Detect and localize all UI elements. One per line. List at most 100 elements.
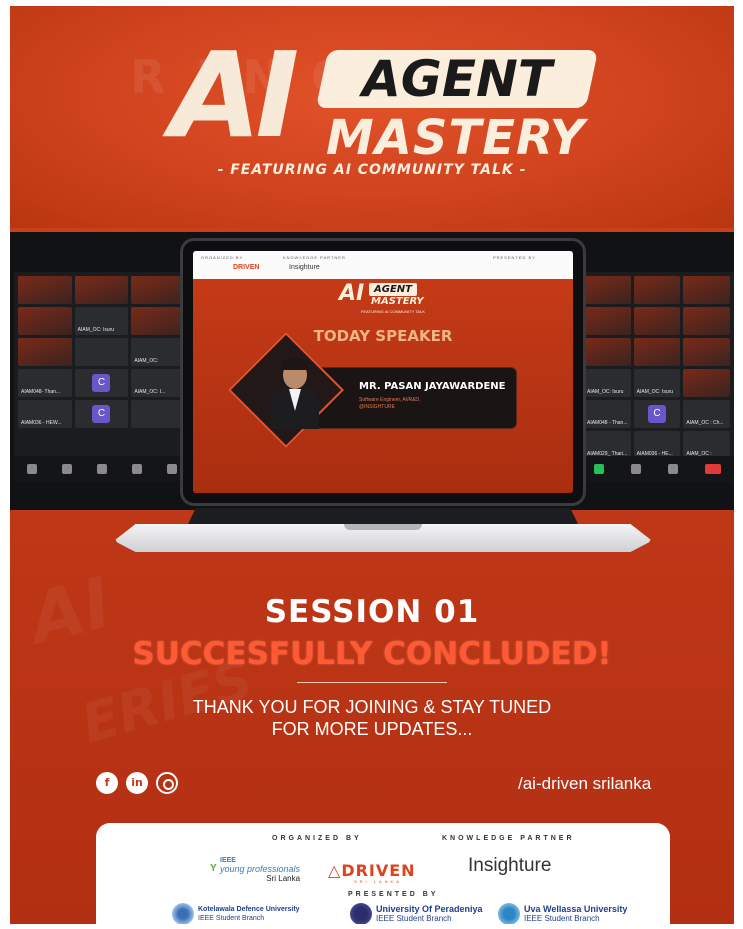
meeting-photo-band: AIAM_OC: Isuru AIAM_OC: AIAM048- Than...… [10, 232, 734, 510]
peradeniya-name: University Of Peradeniya [376, 904, 483, 914]
slide-presented-label: PRESENTED BY [493, 255, 536, 260]
ieee-logo-text: IEEE [220, 857, 236, 864]
slide-logo-ai: AI [339, 281, 365, 306]
thanks-line-1: THANK YOU FOR JOINING & STAY TUNED [192, 697, 552, 717]
left-meeting-window: AIAM_OC: Isuru AIAM_OC: AIAM048- Than...… [14, 272, 189, 482]
slide-organized-label: ORGANIZED BY [201, 255, 244, 260]
poster-tagline: - FEATURING AI COMMUNITY TALK - [217, 162, 527, 178]
peradeniya-seal-icon [350, 903, 372, 924]
participant-tile: AIAM_OC: [131, 338, 185, 366]
uwu-branch: IEEE Student Branch [524, 914, 600, 923]
participant-label: AIAM_OC: I... [134, 389, 166, 395]
social-handle: /ai-driven srilanka [518, 774, 652, 793]
peradeniya-logo: University Of Peradeniya IEEE Student Br… [350, 903, 483, 924]
driven-logo-a-icon: △ [328, 861, 342, 880]
slide-tagline: FEATURING AI COMMUNITY TALK [361, 309, 425, 314]
participant-label: AIAM_OC: [134, 358, 159, 364]
avatar: C [647, 405, 666, 423]
kdu-name: Kotelawala Defence University [198, 906, 300, 913]
slide-partner-strip: ORGANIZED BY KNOWLEDGE PARTNER PRESENTED… [193, 251, 573, 279]
participant-tile: AIAM036 - HEW... [18, 400, 72, 428]
ieee-yp-icon: Y [210, 863, 217, 874]
participant-tile [74, 276, 129, 304]
ieee-country-text: Sri Lanka [266, 874, 301, 883]
participant-tile [683, 338, 730, 366]
social-links: f in [96, 772, 178, 794]
knowledge-partner-label: KNOWLEDGE PARTNER [442, 835, 575, 842]
react-icon [131, 464, 142, 474]
participant-tile: AIAM_OC: I... [131, 369, 185, 397]
ieee-yp-text: young professionals [220, 864, 301, 874]
meeting-toolbar [14, 456, 189, 482]
participant-label: AIAM048- Than... [21, 389, 61, 395]
presented-by-label: PRESENTED BY [348, 891, 439, 898]
thanks-message: THANK YOU FOR JOINING & STAY TUNED FOR M… [10, 696, 734, 740]
participant-tile: AIAM_OC : [683, 431, 730, 459]
participant-grid: AIAM_OC: Isuru AIAM_OC: Isuru AIAM048 - … [580, 272, 734, 463]
slide-driven-logo: DRIVEN [233, 264, 260, 271]
participant-tile [683, 276, 730, 304]
logo-agent-text: AGENT [362, 50, 552, 108]
avatar: C [92, 405, 111, 423]
kdu-branch: IEEE Student Branch [198, 915, 265, 922]
participant-tile: AIAM029_ Thari... [584, 431, 631, 459]
logo-mastery-text: MASTERY [326, 110, 586, 166]
driven-sub-text: SRI LANKA [354, 879, 402, 884]
share-icon [166, 464, 177, 474]
participant-tile: AIAM036 - HE... [633, 431, 681, 459]
laptop-screen: ORGANIZED BY KNOWLEDGE PARTNER PRESENTED… [180, 238, 586, 506]
chat-icon [96, 464, 107, 474]
participant-tile [683, 369, 730, 397]
today-speaker-title: TODAY SPEAKER [313, 327, 453, 345]
kdu-seal-icon [172, 903, 194, 924]
speaker-title: Software Engineer, AI/R&D, [359, 397, 421, 403]
linkedin-icon[interactable]: in [126, 772, 148, 794]
participant-tile: AIAM048 - Than... [584, 400, 631, 428]
participant-tile [131, 400, 185, 428]
poster-header: RING AI AGENT MASTERY - FEATURING AI COM… [10, 6, 734, 228]
poster-lower: AI ERIES SESSION 01 SUCCESFULLY CONCLUDE… [10, 510, 734, 924]
uwu-seal-icon [498, 903, 520, 924]
participant-tile [18, 276, 72, 304]
participant-label: AIAM_OC: Isuru [636, 389, 674, 395]
participant-grid: AIAM_OC: Isuru AIAM_OC: AIAM048- Than...… [14, 272, 189, 432]
participant-tile [18, 338, 72, 366]
participant-label: AIAM036 - HEW... [21, 420, 62, 426]
instagram-icon[interactable] [156, 772, 178, 794]
speaker-slide: ORGANIZED BY KNOWLEDGE PARTNER PRESENTED… [193, 251, 573, 493]
facebook-icon[interactable]: f [96, 772, 118, 794]
organized-by-label: ORGANIZED BY [272, 835, 362, 842]
speaker-name: MR. PASAN JAYAWARDENE [359, 381, 506, 392]
ai-driven-logo: △DRIVEN [328, 861, 416, 880]
participant-tile [633, 338, 681, 366]
more-icon [667, 464, 678, 474]
insighture-logo: Insighture [468, 855, 552, 876]
partners-card: ORGANIZED BY KNOWLEDGE PARTNER Y IEEE yo… [96, 823, 670, 924]
speaker-company: @INSIGHTURE [359, 404, 395, 410]
participant-tile: AIAM_OC: Isuru [633, 369, 681, 397]
participant-tile: C [74, 369, 129, 397]
participant-label: AIAM_OC: Isuru [587, 389, 624, 395]
leave-icon [704, 464, 721, 474]
driven-logo-text: DRIVEN [341, 861, 416, 880]
participant-tile [584, 307, 631, 335]
participant-tile [18, 307, 72, 335]
participant-label: AIAM048 - Than... [587, 420, 628, 426]
peradeniya-branch: IEEE Student Branch [376, 914, 452, 923]
right-meeting-window: AIAM_OC: Isuru AIAM_OC: Isuru AIAM048 - … [580, 272, 734, 482]
participant-tile: AIAM_OC : Ch... [683, 400, 730, 428]
participant-tile [131, 307, 185, 335]
speaker-photo [267, 355, 323, 429]
participant-tile [131, 276, 185, 304]
slide-knowledge-label: KNOWLEDGE PARTNER [283, 255, 346, 260]
participant-tile [633, 276, 681, 304]
meeting-toolbar [580, 456, 734, 482]
avatar: C [92, 374, 111, 392]
participant-tile [633, 307, 681, 335]
uwu-name: Uva Wellassa University [524, 904, 628, 914]
participant-tile: C [74, 400, 129, 428]
ieee-yp-logo: IEEE young professionals Sri Lanka [220, 857, 300, 883]
slide-logo-agent: AGENT [369, 283, 417, 296]
session-title: SESSION 01 [264, 594, 480, 630]
participant-tile: C [633, 400, 681, 428]
